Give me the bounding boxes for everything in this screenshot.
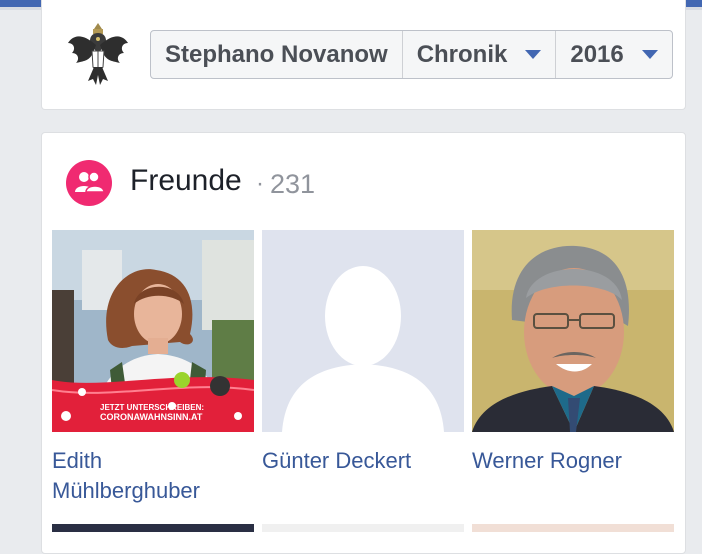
friend-photo-2[interactable]: [262, 230, 464, 432]
friend-name-2[interactable]: Günter Deckert: [262, 446, 462, 476]
profile-nav: Stephano Novanow Chronik 2016: [150, 30, 673, 79]
friend-photo-badge-line1: JETZT UNTERSCHREIBEN:: [100, 403, 204, 412]
friend-photo-3[interactable]: [472, 230, 674, 432]
eagle-crest-icon[interactable]: [66, 21, 130, 87]
friends-icon: [66, 160, 112, 206]
chevron-down-icon: [525, 50, 542, 59]
friend-photo-4[interactable]: [52, 524, 254, 532]
year-dropdown[interactable]: 2016: [556, 31, 671, 78]
profile-name-link[interactable]: Stephano Novanow: [151, 31, 403, 78]
year-dropdown-label: 2016: [570, 40, 624, 68]
friends-separator: ·: [256, 170, 264, 197]
friend-photo-badge-line2: CORONAWAHNSINN.AT: [100, 412, 203, 422]
friends-count: 231: [270, 169, 316, 199]
friend-photo-5[interactable]: [262, 524, 464, 532]
friend-photo-1[interactable]: JETZT UNTERSCHREIBEN: CORONAWAHNSINN.AT: [52, 230, 254, 432]
chevron-down-icon: [641, 50, 658, 59]
friends-title[interactable]: Freunde: [130, 164, 242, 198]
section-dropdown[interactable]: Chronik: [403, 31, 557, 78]
friend-name-1[interactable]: Edith Mühlberghuber: [52, 446, 252, 506]
friend-name-3[interactable]: Werner Rogner: [472, 446, 672, 476]
section-dropdown-label: Chronik: [416, 40, 508, 68]
friend-photo-6[interactable]: [472, 524, 674, 532]
